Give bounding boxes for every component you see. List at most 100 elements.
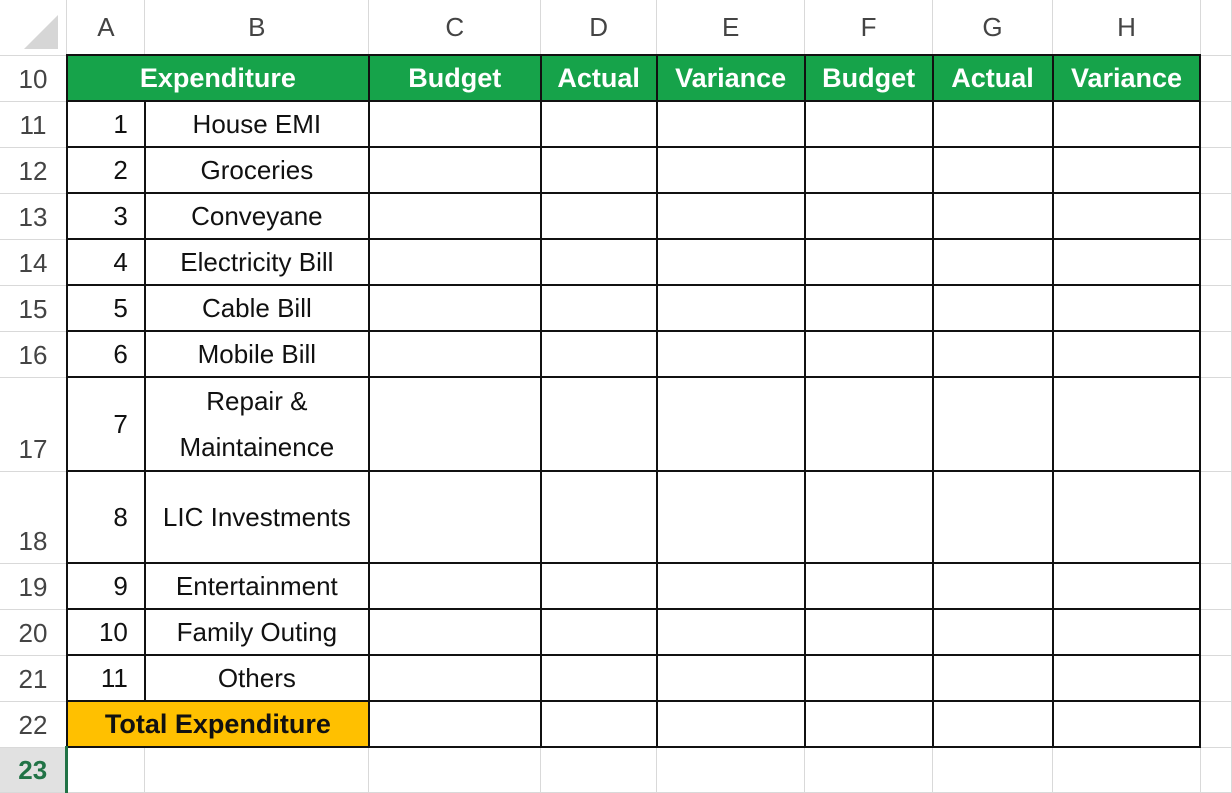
row-header-23[interactable]: 23: [0, 746, 69, 793]
value-cell[interactable]: [1051, 608, 1202, 656]
header-cell-variance[interactable]: Variance: [655, 54, 806, 102]
row-header-14[interactable]: 14: [0, 238, 68, 286]
item-name-cell[interactable]: Others: [143, 654, 370, 702]
value-cell[interactable]: [931, 238, 1054, 286]
value-cell[interactable]: [931, 192, 1054, 240]
value-cell[interactable]: [655, 330, 806, 378]
value-cell[interactable]: [539, 192, 658, 240]
value-cell[interactable]: [931, 376, 1054, 472]
item-name-cell[interactable]: House EMI: [143, 100, 370, 148]
value-cell[interactable]: [931, 470, 1054, 564]
value-cell[interactable]: [539, 330, 658, 378]
value-cell[interactable]: [1051, 376, 1202, 472]
column-header-a[interactable]: A: [66, 0, 146, 56]
empty-cell[interactable]: [1199, 746, 1232, 793]
item-number-cell[interactable]: 6: [65, 330, 146, 378]
row-header-11[interactable]: 11: [0, 100, 68, 148]
value-cell[interactable]: [655, 238, 806, 286]
value-cell[interactable]: [539, 284, 658, 332]
value-cell[interactable]: [539, 100, 658, 148]
row-header-20[interactable]: 20: [0, 608, 68, 656]
value-cell[interactable]: [1051, 654, 1202, 702]
empty-cell[interactable]: [1199, 608, 1232, 656]
row-header-13[interactable]: 13: [0, 192, 68, 240]
column-header-d[interactable]: D: [540, 0, 658, 56]
value-cell[interactable]: [367, 284, 542, 332]
value-cell[interactable]: [367, 146, 542, 194]
empty-cell[interactable]: [368, 746, 542, 793]
header-cell-budget[interactable]: Budget: [803, 54, 934, 102]
value-cell[interactable]: [367, 562, 542, 610]
value-cell[interactable]: [367, 470, 542, 564]
value-cell[interactable]: [931, 284, 1054, 332]
value-cell[interactable]: [803, 146, 934, 194]
empty-cell[interactable]: [1199, 700, 1232, 748]
total-value-cell[interactable]: [1051, 700, 1202, 748]
value-cell[interactable]: [655, 654, 806, 702]
item-number-cell[interactable]: 2: [65, 146, 146, 194]
expenditure-header-cell[interactable]: Expenditure: [65, 54, 370, 102]
value-cell[interactable]: [367, 608, 542, 656]
value-cell[interactable]: [539, 146, 658, 194]
empty-cell[interactable]: [1199, 54, 1232, 102]
value-cell[interactable]: [1051, 562, 1202, 610]
total-value-cell[interactable]: [367, 700, 542, 748]
row-header-15[interactable]: 15: [0, 284, 68, 332]
total-expenditure-cell[interactable]: Total Expenditure: [65, 700, 370, 748]
header-cell-actual[interactable]: Actual: [931, 54, 1054, 102]
row-header-16[interactable]: 16: [0, 330, 68, 378]
column-header-h[interactable]: H: [1052, 0, 1201, 56]
spreadsheet-grid[interactable]: A B C D E F G H 10 Expenditure Budget Actual Varianc…: [0, 0, 1232, 793]
value-cell[interactable]: [1051, 192, 1202, 240]
row-header-12[interactable]: 12: [0, 146, 68, 194]
value-cell[interactable]: [1051, 146, 1202, 194]
empty-cell[interactable]: [1199, 100, 1232, 148]
item-name-cell[interactable]: Family Outing: [143, 608, 370, 656]
value-cell[interactable]: [539, 562, 658, 610]
empty-cell[interactable]: [932, 746, 1054, 793]
total-value-cell[interactable]: [803, 700, 934, 748]
value-cell[interactable]: [931, 330, 1054, 378]
value-cell[interactable]: [1051, 284, 1202, 332]
item-name-cell[interactable]: Electricity Bill: [143, 238, 370, 286]
total-value-cell[interactable]: [539, 700, 658, 748]
item-name-cell[interactable]: Groceries: [143, 146, 370, 194]
value-cell[interactable]: [803, 470, 934, 564]
item-name-cell[interactable]: Cable Bill: [143, 284, 370, 332]
column-header-b[interactable]: B: [144, 0, 370, 56]
item-name-cell[interactable]: Repair & Maintainence: [143, 376, 370, 472]
row-header-10[interactable]: 10: [0, 54, 68, 102]
item-number-cell[interactable]: 9: [65, 562, 146, 610]
item-name-cell[interactable]: Mobile Bill: [143, 330, 370, 378]
select-all-button[interactable]: [0, 0, 68, 56]
value-cell[interactable]: [803, 562, 934, 610]
item-number-cell[interactable]: 11: [65, 654, 146, 702]
value-cell[interactable]: [539, 470, 658, 564]
value-cell[interactable]: [931, 100, 1054, 148]
value-cell[interactable]: [539, 608, 658, 656]
value-cell[interactable]: [367, 654, 542, 702]
empty-cell[interactable]: [540, 746, 658, 793]
column-header-g[interactable]: G: [932, 0, 1054, 56]
value-cell[interactable]: [655, 562, 806, 610]
value-cell[interactable]: [367, 238, 542, 286]
value-cell[interactable]: [1051, 238, 1202, 286]
value-cell[interactable]: [803, 238, 934, 286]
item-number-cell[interactable]: 7: [65, 376, 146, 472]
value-cell[interactable]: [655, 100, 806, 148]
row-header-22[interactable]: 22: [0, 700, 68, 748]
value-cell[interactable]: [655, 146, 806, 194]
column-header-e[interactable]: E: [656, 0, 806, 56]
value-cell[interactable]: [1051, 100, 1202, 148]
empty-cell[interactable]: [66, 746, 146, 793]
row-header-18[interactable]: 18: [0, 470, 68, 564]
value-cell[interactable]: [367, 376, 542, 472]
empty-cell[interactable]: [1199, 470, 1232, 564]
empty-cell[interactable]: [1199, 562, 1232, 610]
empty-cell[interactable]: [1199, 146, 1232, 194]
column-header-c[interactable]: C: [368, 0, 542, 56]
empty-cell[interactable]: [1199, 330, 1232, 378]
empty-cell[interactable]: [1199, 192, 1232, 240]
header-cell-variance[interactable]: Variance: [1051, 54, 1202, 102]
value-cell[interactable]: [655, 470, 806, 564]
